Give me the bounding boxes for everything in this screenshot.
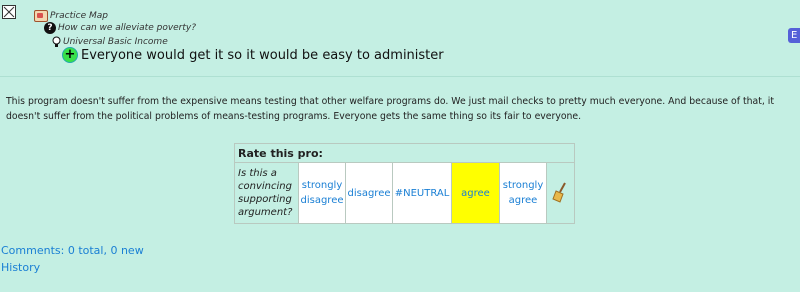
rating-question: Is this a convincing supporting argument… <box>234 162 299 224</box>
pro-plus-icon: + <box>62 47 78 63</box>
lightbulb-icon <box>52 36 61 47</box>
rate-agree[interactable]: agree <box>451 162 500 224</box>
side-panel-button[interactable]: E <box>788 28 800 43</box>
rating-table: Rate this pro: Is this a convincing supp… <box>234 143 575 224</box>
rate-neutral[interactable]: #NEUTRAL <box>392 162 452 224</box>
rate-strongly-agree[interactable]: strongly agree <box>499 162 547 224</box>
map-icon <box>34 10 48 22</box>
history-link[interactable]: History <box>1 261 40 274</box>
rate-strongly-disagree[interactable]: strongly disagree <box>298 162 346 224</box>
divider <box>0 76 800 77</box>
comments-link[interactable]: Comments: 0 total, 0 new <box>1 244 144 257</box>
breadcrumb-position-label: Universal Basic Income <box>63 37 168 47</box>
breadcrumb-question[interactable]: ? How can we alleviate poverty? <box>44 22 196 34</box>
breadcrumb-question-label: How can we alleviate poverty? <box>58 23 197 33</box>
question-icon: ? <box>44 22 56 34</box>
breadcrumb-map[interactable]: Practice Map <box>34 10 108 22</box>
broom-icon <box>551 182 566 203</box>
close-button[interactable] <box>2 5 16 19</box>
close-icon <box>3 6 15 18</box>
rate-disagree[interactable]: disagree <box>345 162 393 224</box>
claim-title-row: + Everyone would get it so it would be e… <box>62 47 444 63</box>
argument-text: This program doesn't suffer from the exp… <box>6 96 774 122</box>
clear-rating-button[interactable] <box>546 162 575 224</box>
breadcrumb-map-label: Practice Map <box>50 11 108 21</box>
rating-header: Rate this pro: <box>234 143 575 163</box>
claim-title: Everyone would get it so it would be eas… <box>81 47 444 63</box>
